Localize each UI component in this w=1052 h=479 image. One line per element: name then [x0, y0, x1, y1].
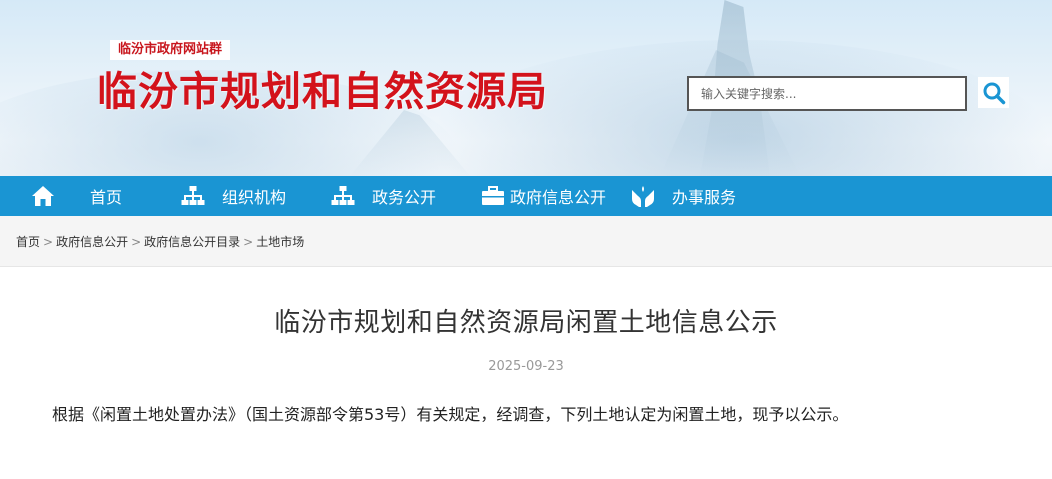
nav-item-government-affairs[interactable]: 政务公开 [330, 176, 436, 216]
nav-item-government-info[interactable]: 政府信息公开 [480, 176, 606, 216]
article-title: 临汾市规划和自然资源局闲置土地信息公示 [274, 308, 778, 338]
breadcrumb-separator: > [131, 235, 142, 249]
org-chart-icon [330, 183, 356, 209]
search-button[interactable] [978, 77, 1009, 108]
nav-label: 办事服务 [672, 188, 737, 207]
nav-item-services[interactable]: 办事服务 [630, 176, 736, 216]
org-chart-icon [180, 183, 206, 209]
breadcrumb-separator: > [243, 235, 254, 249]
breadcrumb: 首页 > 政府信息公开 > 政府信息公开目录 > 土地市场 [16, 233, 304, 250]
nav-label: 组织机构 [222, 188, 287, 207]
breadcrumb-link-land-market[interactable]: 土地市场 [256, 235, 304, 249]
search-box [687, 76, 967, 111]
site-title: 临汾市规划和自然资源局 [97, 68, 548, 115]
breadcrumb-link-gov-info-catalog[interactable]: 政府信息公开目录 [144, 235, 240, 249]
main-nav: 首页 组织机构 政务公开 政府信息公开 办事服务 [0, 176, 1052, 216]
search-icon [983, 82, 1005, 104]
nav-label: 首页 [90, 188, 123, 207]
search-input[interactable] [689, 78, 965, 109]
briefcase-icon [480, 183, 506, 209]
site-header: 临汾市政府网站群 临汾市规划和自然资源局 [0, 0, 1052, 176]
hands-service-icon [630, 183, 656, 209]
article-date: 2025-09-23 [488, 359, 564, 374]
article-paragraph: 根据《闲置土地处置办法》（国土资源部令第53号）有关规定，经调查，下列土地认定为… [52, 405, 849, 424]
breadcrumb-link-home[interactable]: 首页 [16, 235, 40, 249]
nav-item-organization[interactable]: 组织机构 [180, 176, 286, 216]
breadcrumb-bar: 首页 > 政府信息公开 > 政府信息公开目录 > 土地市场 [0, 216, 1052, 267]
site-group-link[interactable]: 临汾市政府网站群 [110, 40, 231, 60]
nav-label: 政府信息公开 [510, 188, 607, 207]
breadcrumb-link-gov-info[interactable]: 政府信息公开 [56, 235, 128, 249]
home-icon [30, 183, 56, 209]
nav-item-home[interactable]: 首页 [30, 176, 122, 216]
nav-label: 政务公开 [372, 188, 437, 207]
breadcrumb-separator: > [43, 235, 54, 249]
